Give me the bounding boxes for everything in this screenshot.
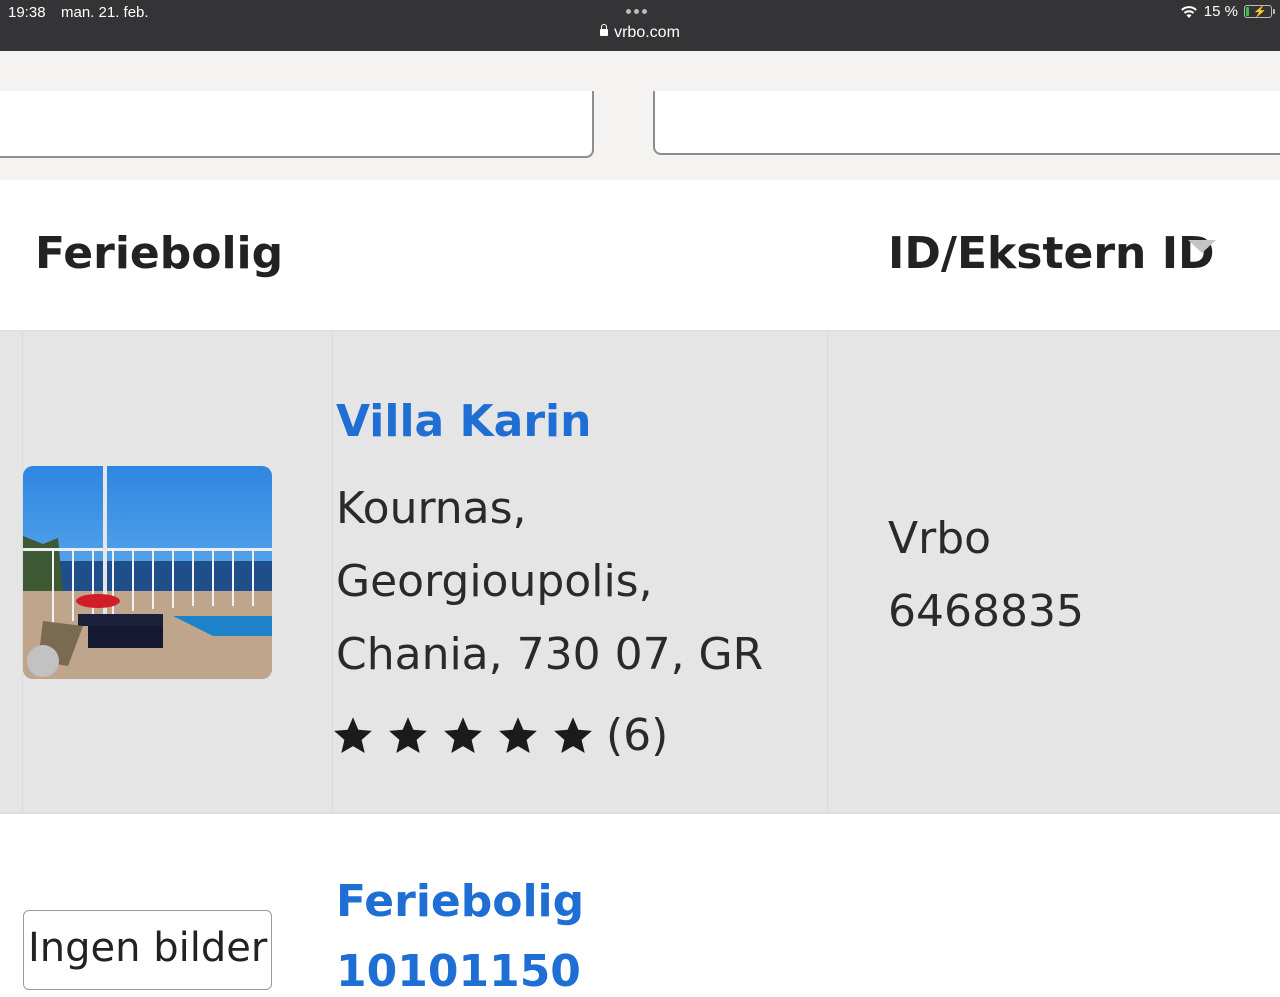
battery-percent: 15 % xyxy=(1203,3,1238,20)
status-time: 19:38 xyxy=(8,4,46,21)
id-value: 6468835 xyxy=(888,586,1084,637)
property-address: Kournas, Georgioupolis, Chania, 730 07, … xyxy=(336,472,763,691)
battery-fill xyxy=(1246,7,1249,16)
column-header-property[interactable]: Feriebolig xyxy=(35,228,283,279)
search-field-right[interactable] xyxy=(653,91,1280,155)
property-id-link[interactable]: 10101150 xyxy=(336,946,581,997)
star-icon xyxy=(389,716,427,753)
address-line: Chania, 730 07, GR xyxy=(336,629,764,680)
external-id-cell: Vrbo 6468835 xyxy=(888,502,1084,648)
address-bar[interactable]: vrbo.com xyxy=(0,24,1280,42)
table-row[interactable]: Villa Karin Kournas, Georgioupolis, Chan… xyxy=(0,332,1280,812)
lock-icon xyxy=(600,24,609,36)
table-row[interactable]: Ingen bilder Feriebolig 10101150 xyxy=(0,812,1280,997)
star-icon xyxy=(334,716,372,753)
rating: (6) xyxy=(331,710,668,761)
no-image-text: Ingen bilder xyxy=(28,925,268,971)
sort-caret-icon[interactable] xyxy=(1188,240,1216,253)
battery-icon: ⚡ xyxy=(1244,5,1275,18)
star-icon xyxy=(554,716,592,753)
url-text: vrbo.com xyxy=(614,24,680,41)
property-title-link[interactable]: Feriebolig xyxy=(336,876,584,927)
property-thumbnail[interactable] xyxy=(23,466,272,679)
id-source: Vrbo xyxy=(888,513,992,564)
search-area xyxy=(0,51,1280,180)
review-count[interactable]: (6) xyxy=(606,710,668,761)
star-icon xyxy=(444,716,482,753)
column-header-id[interactable]: ID/Ekstern ID xyxy=(888,228,1215,279)
status-date: man. 21. feb. xyxy=(61,4,149,21)
address-line: Kournas, xyxy=(336,483,527,534)
property-title-link[interactable]: Villa Karin xyxy=(336,396,591,447)
table-header: Feriebolig ID/Ekstern ID xyxy=(0,180,1280,332)
address-line: Georgioupolis, xyxy=(336,556,653,607)
wifi-icon xyxy=(1180,5,1197,18)
search-field-left[interactable] xyxy=(0,91,594,158)
more-dots-icon[interactable] xyxy=(626,9,647,14)
status-bar: 19:38 man. 21. feb. vrbo.com 15 % ⚡ xyxy=(0,0,1280,51)
no-image-placeholder: Ingen bilder xyxy=(23,910,272,990)
star-icon xyxy=(499,716,537,753)
